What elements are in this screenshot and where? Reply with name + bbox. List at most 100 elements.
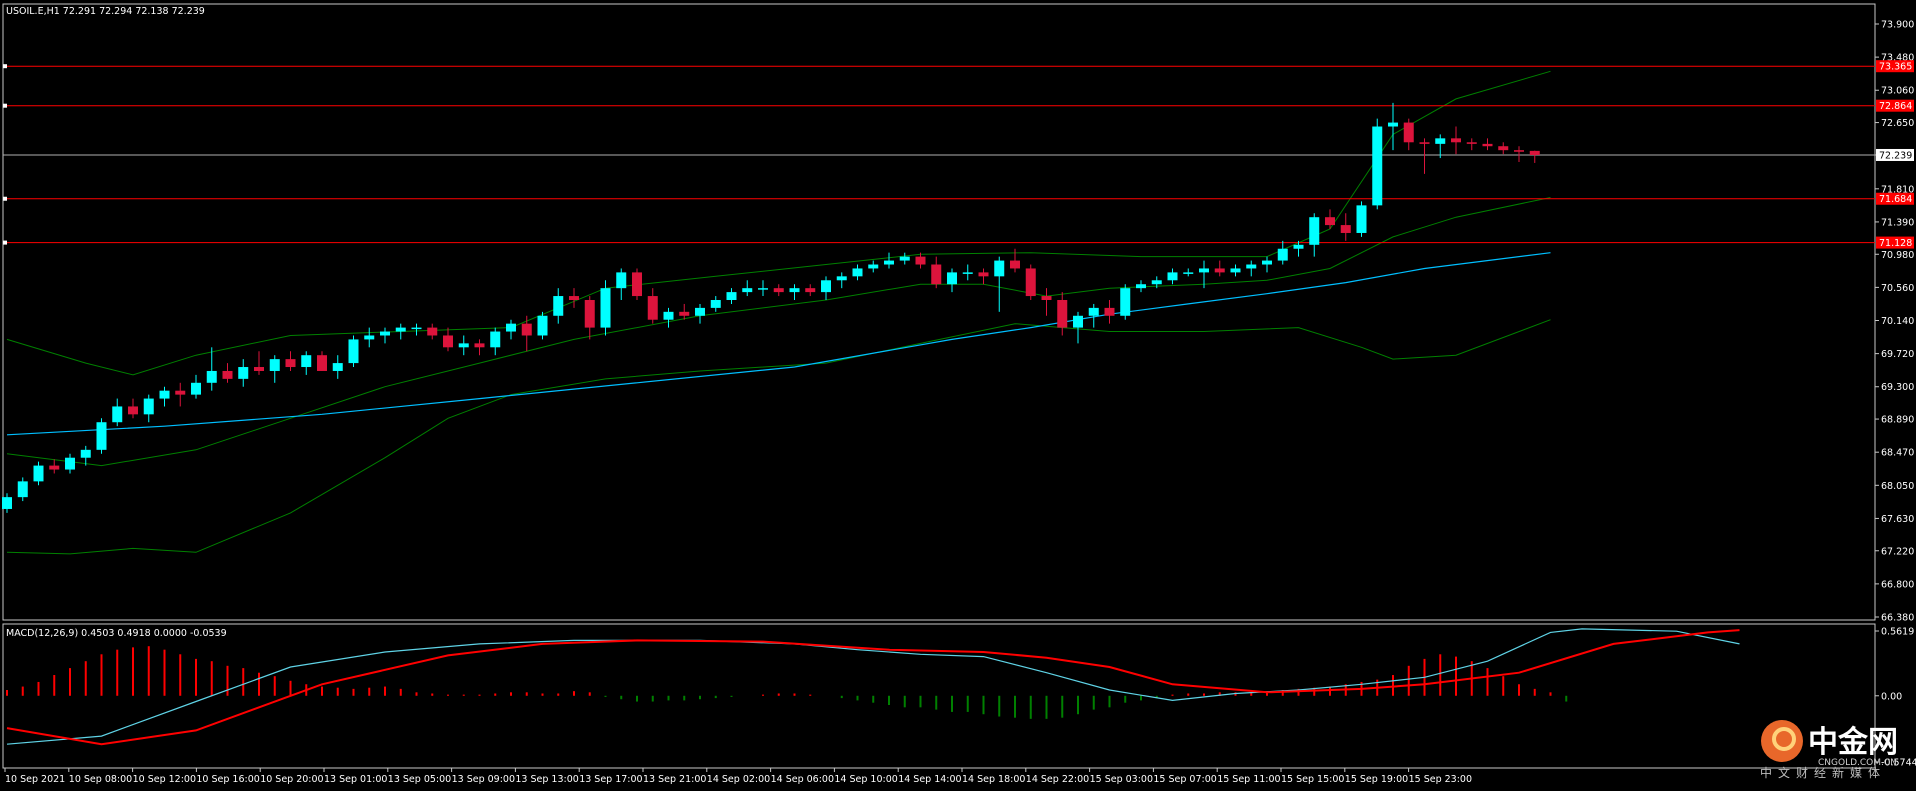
watermark-subtitle: 中文财经新媒体 xyxy=(1760,765,1886,780)
price-tick-label: 70.140 xyxy=(1881,316,1914,327)
time-axis-label: 14 Sep 14:00 xyxy=(898,774,961,785)
bear-candle xyxy=(931,264,942,285)
bull-candle xyxy=(789,288,800,293)
bull-candle xyxy=(301,355,312,368)
bear-candle xyxy=(222,370,233,379)
time-axis-label: 14 Sep 22:00 xyxy=(1026,774,1089,785)
bull-candle xyxy=(1230,268,1241,273)
bull-candle xyxy=(364,335,375,340)
bull-candle xyxy=(411,327,422,330)
bull-candle xyxy=(616,272,627,289)
bull-candle xyxy=(112,406,123,423)
bull-candle xyxy=(695,307,705,316)
bear-candle xyxy=(1325,217,1335,226)
bear-candle xyxy=(443,335,453,348)
bear-candle xyxy=(1451,138,1461,143)
time-axis-label: 15 Sep 11:00 xyxy=(1217,774,1280,785)
bull-candle xyxy=(65,457,75,470)
level-price-label: 71.128 xyxy=(1879,238,1912,249)
bull-candle xyxy=(506,323,516,332)
bear-candle xyxy=(679,311,690,316)
bull-candle xyxy=(348,339,359,364)
macd-tick-label: 0.5619 xyxy=(1881,627,1914,638)
bull-candle xyxy=(1356,205,1367,233)
time-axis-label: 10 Sep 2021 xyxy=(5,774,65,785)
bear-candle xyxy=(427,327,438,336)
time-axis-label: 15 Sep 03:00 xyxy=(1090,774,1153,785)
time-axis-label: 13 Sep 05:00 xyxy=(388,774,451,785)
bear-candle xyxy=(521,323,532,336)
price-tick-label: 73.900 xyxy=(1881,20,1914,31)
bear-candle xyxy=(1482,143,1493,147)
bull-candle xyxy=(899,256,910,261)
bear-candle xyxy=(632,272,642,297)
time-axis-label: 10 Sep 12:00 xyxy=(133,774,196,785)
bear-candle xyxy=(915,256,926,265)
bull-candle xyxy=(1151,280,1162,285)
bull-candle xyxy=(742,288,753,293)
bear-candle xyxy=(1498,146,1509,151)
bear-candle xyxy=(1041,296,1052,300)
bull-candle xyxy=(1277,248,1288,261)
price-tick-label: 67.220 xyxy=(1881,546,1914,557)
bull-candle xyxy=(206,370,217,383)
bear-candle xyxy=(805,288,816,293)
level-price-label: 72.864 xyxy=(1879,101,1912,112)
bear-candle xyxy=(1419,142,1430,144)
bollinger-lower-line xyxy=(6,319,1551,555)
current-price-label: 72.239 xyxy=(1879,150,1912,161)
bull-candle xyxy=(758,288,768,290)
bear-candle xyxy=(128,406,138,415)
level-line-anchor xyxy=(3,196,7,201)
bull-candle xyxy=(1183,272,1194,274)
bull-candle xyxy=(852,268,863,277)
price-tick-label: 66.800 xyxy=(1881,579,1914,590)
bear-candle xyxy=(647,296,658,320)
bear-candle xyxy=(317,355,327,371)
time-axis-label: 15 Sep 07:00 xyxy=(1153,774,1216,785)
bull-candle xyxy=(994,260,1005,277)
bear-candle xyxy=(474,343,485,348)
macd-pane-frame xyxy=(2,623,1876,769)
bear-candle xyxy=(49,465,60,470)
bull-candle xyxy=(663,311,674,320)
bull-candle xyxy=(710,299,721,308)
time-axis-label: 15 Sep 19:00 xyxy=(1345,774,1408,785)
bull-candle xyxy=(269,359,280,371)
time-axis-label: 13 Sep 01:00 xyxy=(324,774,387,785)
price-tick-label: 71.390 xyxy=(1881,217,1914,228)
time-axis-label: 14 Sep 06:00 xyxy=(771,774,834,785)
level-price-label: 71.684 xyxy=(1879,194,1912,205)
bull-candle xyxy=(1262,260,1272,265)
bull-candle xyxy=(159,390,170,399)
macd-line xyxy=(6,628,1740,745)
bull-candle xyxy=(1388,122,1398,127)
price-tick-label: 69.300 xyxy=(1881,382,1914,393)
time-axis-label: 10 Sep 20:00 xyxy=(260,774,323,785)
bull-candle xyxy=(600,288,611,328)
time-axis-label: 14 Sep 18:00 xyxy=(962,774,1025,785)
time-axis-label: 15 Sep 23:00 xyxy=(1409,774,1472,785)
bull-candle xyxy=(1293,244,1304,249)
price-tick-label: 70.560 xyxy=(1881,283,1914,294)
price-tick-label: 70.980 xyxy=(1881,250,1914,261)
time-axis-label: 10 Sep 16:00 xyxy=(196,774,259,785)
bear-candle xyxy=(584,299,595,328)
time-axis-label: 13 Sep 17:00 xyxy=(579,774,642,785)
bear-candle xyxy=(1057,299,1068,328)
bull-candle xyxy=(2,497,12,509)
bull-candle xyxy=(17,481,28,498)
bear-candle xyxy=(773,288,784,293)
bull-candle xyxy=(1435,138,1446,144)
cngold-logo-icon xyxy=(1761,720,1803,762)
time-axis-label: 14 Sep 10:00 xyxy=(834,774,897,785)
bear-candle xyxy=(1010,260,1020,269)
macd-header: MACD(12,26,9) 0.4503 0.4918 0.0000 -0.05… xyxy=(6,628,227,639)
bear-candle xyxy=(1403,122,1414,143)
price-tick-label: 68.890 xyxy=(1881,415,1914,426)
bull-candle xyxy=(1167,272,1178,281)
chart-canvas[interactable]: USOIL.E,H1 72.291 72.294 72.138 72.239 M… xyxy=(0,0,1916,791)
bull-candle xyxy=(143,398,154,415)
bull-candle xyxy=(962,272,973,274)
price-tick-label: 69.720 xyxy=(1881,349,1914,360)
